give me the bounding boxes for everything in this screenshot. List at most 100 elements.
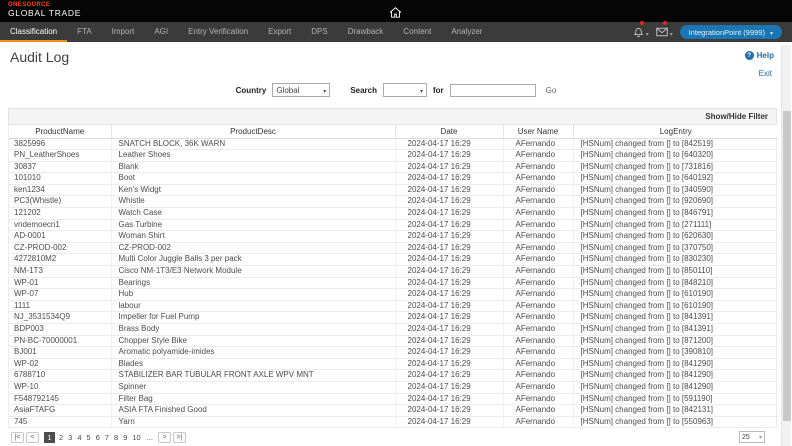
notifications-bell-button[interactable] — [633, 23, 649, 41]
table-cell: [HSNum] changed from [] to [841290] — [573, 370, 778, 382]
table-cell: Aromatic polyamide-imides — [111, 347, 395, 359]
column-header-date[interactable]: Date — [395, 125, 503, 138]
tab-classification[interactable]: Classification — [0, 22, 67, 42]
table-cell: 2024-04-17 16:29 — [395, 150, 503, 162]
go-button[interactable]: Go — [546, 86, 557, 95]
column-header-productdesc[interactable]: ProductDesc — [111, 125, 395, 138]
table-cell: WP-01 — [9, 277, 111, 289]
table-cell: ASIA FTA Finished Good — [111, 405, 395, 417]
search-label: Search — [350, 86, 377, 95]
help-link[interactable]: ? Help — [745, 51, 774, 60]
table-cell: [HSNum] changed from [] to [850110] — [573, 266, 778, 278]
table-row: WP-02Blades2024-04-17 16:29AFernando[HSN… — [9, 358, 778, 370]
table-cell: [HSNum] changed from [] to [842519] — [573, 138, 778, 150]
table-row: AD-0001Woman Shirt2024-04-17 16:29AFerna… — [9, 231, 778, 243]
table-cell: 2024-04-17 16:29 — [395, 312, 503, 324]
tab-agi[interactable]: AGI — [144, 22, 178, 42]
table-cell: 2024-04-17 16:29 — [395, 335, 503, 347]
table-cell: [HSNum] changed from [] to [842131] — [573, 405, 778, 417]
scrollbar-thumb[interactable] — [783, 111, 791, 421]
table-cell: 2024-04-17 16:29 — [395, 277, 503, 289]
tab-content[interactable]: Content — [393, 22, 441, 42]
table-cell: [HSNum] changed from [] to [731816] — [573, 161, 778, 173]
table-cell: 2024-04-17 16:29 — [395, 196, 503, 208]
column-header-productname[interactable]: ProductName — [9, 125, 111, 138]
country-label: Country — [236, 86, 267, 95]
table-row: 745Yarn2024-04-17 16:29AFernando[HSNum] … — [9, 416, 778, 428]
column-header-user-name[interactable]: User Name — [503, 125, 573, 138]
table-row: PN_LeatherShoesLeather Shoes2024-04-17 1… — [9, 150, 778, 162]
page-number-8[interactable]: 8 — [113, 433, 119, 442]
page-number-1[interactable]: 1 — [44, 432, 55, 443]
table-row: 30837Blank2024-04-17 16:29AFernando[HSNu… — [9, 161, 778, 173]
search-field-select[interactable] — [383, 83, 427, 97]
table-cell: 2024-04-17 16:29 — [395, 324, 503, 336]
filter-row: Country Global Search for Go — [0, 80, 792, 100]
table-cell: vndemoecn1 — [9, 219, 111, 231]
table-cell: Impeller for Fuel Pump — [111, 312, 395, 324]
tab-entry-verification[interactable]: Entry Verification — [178, 22, 258, 42]
table-row: 101010Boot2024-04-17 16:29AFernando[HSNu… — [9, 173, 778, 185]
country-select[interactable]: Global — [272, 83, 330, 97]
table-cell: Woman Shirt — [111, 231, 395, 243]
last-page-button[interactable]: >| — [173, 432, 186, 443]
pagination-bar: |< < 12345678910 ... > >| 25 — [8, 428, 777, 445]
page-size-value: 25 — [742, 434, 750, 441]
table-cell: AFernando — [503, 358, 573, 370]
table-cell: labour — [111, 300, 395, 312]
page-number-10[interactable]: 10 — [131, 433, 141, 442]
page-numbers: 12345678910 — [44, 432, 142, 443]
prev-page-button[interactable]: < — [26, 432, 39, 443]
column-header-logentry[interactable]: LogEntry — [573, 125, 778, 138]
tab-export[interactable]: Export — [258, 22, 301, 42]
messages-button[interactable] — [656, 23, 673, 41]
for-label: for — [433, 86, 444, 95]
table-cell: 2024-04-17 16:29 — [395, 242, 503, 254]
table-row: ken1234Ken's Widgt2024-04-17 16:29AFerna… — [9, 184, 778, 196]
page-number-4[interactable]: 4 — [76, 433, 82, 442]
table-cell: AFernando — [503, 300, 573, 312]
table-cell: Hub — [111, 289, 395, 301]
page-number-3[interactable]: 3 — [67, 433, 73, 442]
page-number-2[interactable]: 2 — [58, 433, 64, 442]
chevron-down-icon — [770, 28, 773, 37]
table-cell: [HSNum] changed from [] to [841290] — [573, 358, 778, 370]
page-number-6[interactable]: 6 — [95, 433, 101, 442]
table-row: NJ_3531534Q9Impeller for Fuel Pump2024-0… — [9, 312, 778, 324]
table-cell: 2024-04-17 16:29 — [395, 161, 503, 173]
next-page-button[interactable]: > — [158, 432, 171, 443]
table-cell: AFernando — [503, 289, 573, 301]
show-hide-filter-link[interactable]: Show/Hide Filter — [8, 108, 777, 125]
page-number-9[interactable]: 9 — [122, 433, 128, 442]
tab-analyzer[interactable]: Analyzer — [441, 22, 492, 42]
page-size-select[interactable]: 25 — [739, 431, 765, 443]
table-row: PC3(Whistle)Whistle2024-04-17 16:29AFern… — [9, 196, 778, 208]
table-cell: [HSNum] changed from [] to [610190] — [573, 300, 778, 312]
tab-drawback[interactable]: Drawback — [338, 22, 394, 42]
table-cell: 30837 — [9, 161, 111, 173]
vertical-scrollbar[interactable] — [781, 45, 791, 446]
table-cell: 4272810M2 — [9, 254, 111, 266]
first-page-button[interactable]: |< — [11, 432, 24, 443]
search-input[interactable] — [450, 84, 536, 97]
page-number-5[interactable]: 5 — [86, 433, 92, 442]
table-row: 4272810M2Multi Color Juggle Balls 3 per … — [9, 254, 778, 266]
table-cell: 6788710 — [9, 370, 111, 382]
page-number-7[interactable]: 7 — [104, 433, 110, 442]
table-cell: 2024-04-17 16:29 — [395, 266, 503, 278]
tab-import[interactable]: Import — [102, 22, 145, 42]
table-cell: Leather Shoes — [111, 150, 395, 162]
home-icon[interactable] — [389, 5, 402, 23]
table-cell: AFernando — [503, 184, 573, 196]
bell-icon — [633, 27, 644, 38]
exit-link[interactable]: Exit — [759, 69, 772, 78]
table-cell: Blades — [111, 358, 395, 370]
table-cell: AFernando — [503, 231, 573, 243]
table-row: 1111labour2024-04-17 16:29AFernando[HSNu… — [9, 300, 778, 312]
tab-fta[interactable]: FTA — [67, 22, 102, 42]
account-menu-button[interactable]: IntegrationPoint (9999) — [680, 25, 782, 39]
account-label: IntegrationPoint (9999) — [689, 28, 765, 37]
tab-dps[interactable]: DPS — [301, 22, 337, 42]
table-cell: 2024-04-17 16:29 — [395, 289, 503, 301]
table-cell: 2024-04-17 16:29 — [395, 393, 503, 405]
